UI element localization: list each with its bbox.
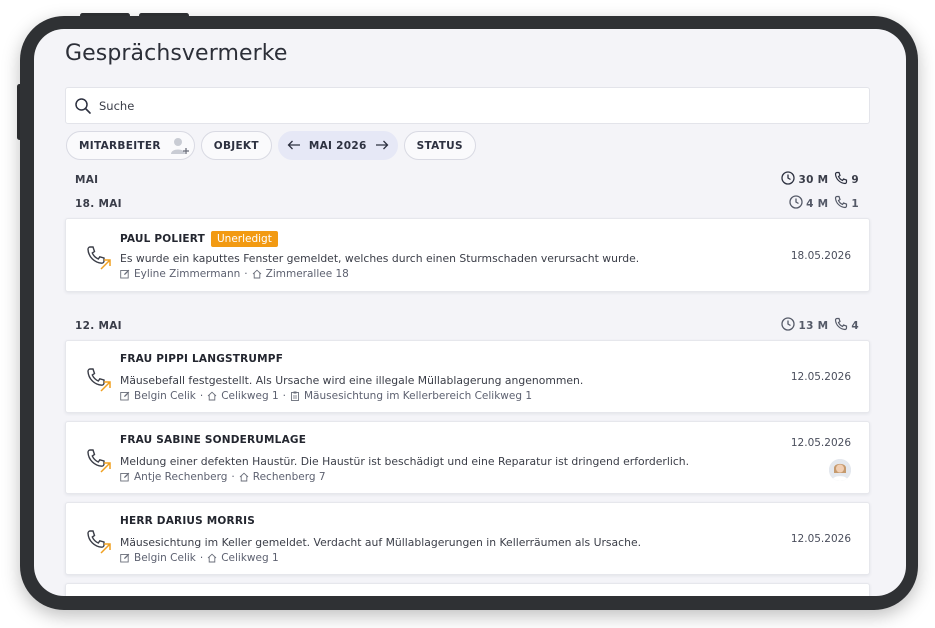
author-name: Antje Rechenberg: [134, 471, 228, 483]
outgoing-call-icon: [84, 243, 114, 273]
house-icon: [239, 472, 249, 482]
day-group-header: 18. MAI 4 M 1: [75, 195, 859, 212]
outgoing-call-icon: [84, 446, 114, 476]
call-note-card[interactable]: HERR DARIUS MORRIS Mäusesichtung im Kell…: [65, 502, 870, 575]
add-person-icon: [167, 134, 191, 158]
edit-icon: [120, 472, 130, 482]
phone-icon: [834, 317, 848, 334]
clock-icon: [781, 317, 796, 334]
note-meta: Belgin Celik · Celikweg 1: [120, 552, 279, 564]
meta-separator: ·: [199, 390, 204, 402]
month-label: MAI 2026: [308, 139, 367, 152]
property-name: Rechenberg 7: [252, 471, 326, 483]
meta-separator: ·: [244, 268, 248, 280]
day-group-header: 12. MAI 13 M 4: [75, 317, 859, 334]
contact-name: PAUL POLIERT Unerledigt: [120, 231, 278, 247]
property-name: Celikweg 1: [221, 552, 279, 564]
house-icon: [207, 391, 217, 401]
phone-icon: [834, 195, 848, 212]
month-duration: 30 M: [798, 173, 829, 186]
note-text: Mäusebefall festgestellt. Als Ursache wi…: [120, 374, 584, 387]
day-stats: 4 M 1: [789, 195, 859, 212]
month-stats: 30 M 9: [781, 171, 859, 188]
edit-icon: [120, 553, 130, 563]
day-duration: 4 M: [806, 197, 829, 210]
author-name: Belgin Celik: [134, 552, 196, 564]
property-name: Zimmerallee 18: [265, 268, 349, 280]
phone-icon: [834, 171, 848, 188]
search-input[interactable]: Suche: [99, 99, 134, 113]
day-label: 12. MAI: [75, 319, 122, 332]
call-note-card[interactable]: PAUL POLIERT Unerledigt Es wurde ein kapu…: [65, 218, 870, 292]
contact-name: HERR DARIUS MORRIS: [120, 515, 255, 527]
screen: Gesprächsvermerke Suche MITARBEITER OBJE…: [34, 29, 906, 596]
status-badge: Unerledigt: [210, 231, 278, 247]
search-bar[interactable]: Suche: [65, 87, 870, 124]
meta-separator: ·: [199, 552, 204, 564]
search-icon: [74, 97, 92, 115]
meta-separator: ·: [231, 471, 235, 483]
note-text: Mäusesichtung im Keller gemeldet. Verdac…: [120, 536, 642, 549]
contact-name: FRAU PIPPI LANGSTRUMPF: [120, 353, 284, 365]
call-note-card[interactable]: [65, 583, 870, 596]
filter-objekt-label: OBJEKT: [213, 139, 259, 152]
clipboard-icon: [290, 391, 300, 401]
filter-status-button[interactable]: STATUS: [403, 131, 476, 160]
note-date: 12.05.2026: [790, 437, 851, 449]
house-icon: [207, 553, 217, 563]
contact-name: FRAU SABINE SONDERUMLAGE: [120, 434, 307, 446]
contact-name-text: PAUL POLIERT: [120, 233, 205, 245]
month-group-label: MAI: [75, 173, 99, 186]
edit-icon: [120, 269, 130, 279]
filter-mitarbeiter-label: MITARBEITER: [79, 139, 161, 152]
meta-separator: ·: [282, 390, 286, 402]
author-name: Belgin Celik: [134, 390, 196, 402]
month-group-header: MAI 30 M 9: [75, 171, 859, 188]
note-date: 12.05.2026: [790, 533, 851, 545]
edit-icon: [120, 391, 130, 401]
author-name: Eyline Zimmermann: [134, 268, 241, 280]
note-text: Es wurde ein kaputtes Fenster gemeldet, …: [120, 252, 640, 265]
avatar: [829, 459, 851, 481]
task-name[interactable]: Mäusesichtung im Kellerbereich Celikweg …: [304, 390, 532, 402]
page-title: Gesprächsvermerke: [65, 41, 288, 66]
month-calls: 9: [851, 173, 859, 186]
note-date: 12.05.2026: [790, 371, 851, 383]
call-note-card[interactable]: FRAU SABINE SONDERUMLAGE Meldung einer d…: [65, 421, 870, 494]
day-calls: 1: [851, 197, 859, 210]
outgoing-call-icon: [84, 527, 114, 557]
note-meta: Antje Rechenberg · Rechenberg 7: [120, 471, 326, 483]
filter-objekt-button[interactable]: OBJEKT: [200, 131, 272, 160]
note-meta: Belgin Celik · Celikweg 1 · Mäusesichtun…: [120, 390, 532, 402]
note-meta: Eyline Zimmermann · Zimmerallee 18: [120, 268, 349, 280]
day-stats: 13 M 4: [781, 317, 859, 334]
month-selector: MAI 2026: [277, 131, 398, 160]
outgoing-call-icon: [84, 365, 114, 395]
prev-month-icon[interactable]: [287, 138, 301, 154]
note-date: 18.05.2026: [790, 250, 851, 262]
filter-bar: MITARBEITER OBJEKT MAI 2026 STATUS: [66, 131, 476, 160]
filter-status-label: STATUS: [416, 139, 463, 152]
day-calls: 4: [851, 319, 859, 332]
clock-icon: [781, 171, 796, 188]
day-duration: 13 M: [798, 319, 829, 332]
note-text: Meldung einer defekten Haustür. Die Haus…: [120, 455, 690, 468]
next-month-icon[interactable]: [375, 138, 389, 154]
property-name: Celikweg 1: [221, 390, 279, 402]
filter-mitarbeiter-button[interactable]: MITARBEITER: [66, 131, 195, 160]
clock-icon: [789, 195, 803, 212]
call-note-card[interactable]: FRAU PIPPI LANGSTRUMPF Mäusebefall festg…: [65, 340, 870, 413]
day-label: 18. MAI: [75, 197, 122, 210]
house-icon: [252, 269, 262, 279]
